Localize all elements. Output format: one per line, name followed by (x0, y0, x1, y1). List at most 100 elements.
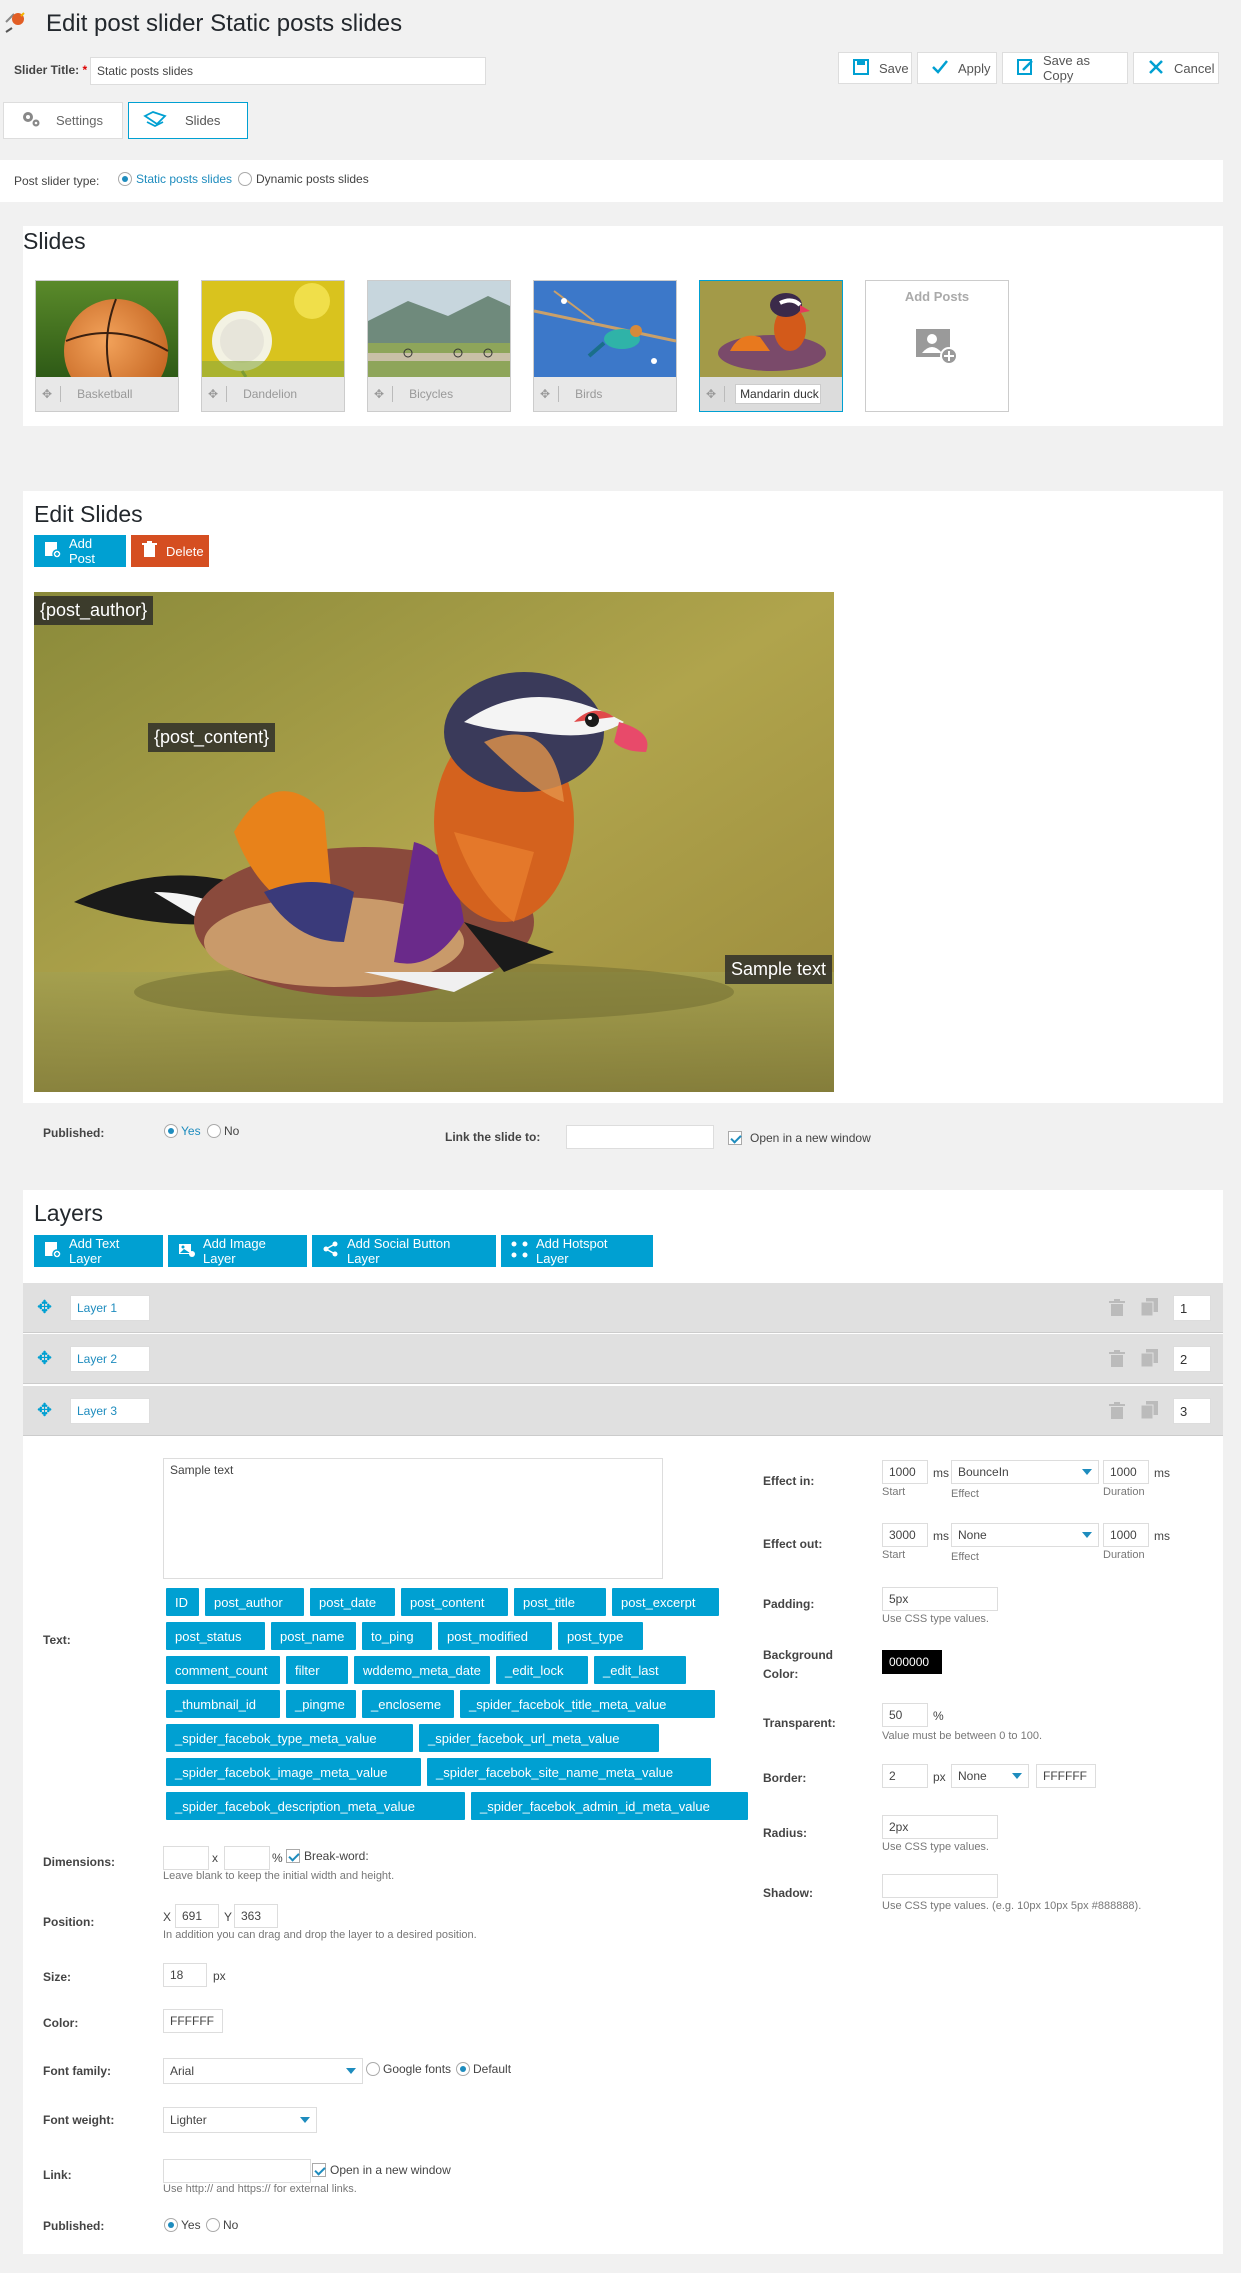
add-posts-button[interactable]: Add Posts (865, 280, 1009, 412)
trash-icon[interactable] (1109, 1402, 1125, 1423)
google-fonts-option[interactable]: Google fonts (366, 2062, 451, 2076)
save-as-copy-button[interactable]: Save as Copy (1002, 52, 1128, 84)
placeholder-tag[interactable]: post_name (271, 1622, 356, 1650)
slide-thumb-basketball[interactable]: ✥ Basketball (35, 280, 179, 412)
placeholder-tag[interactable]: post_excerpt (612, 1588, 719, 1616)
shadow-input[interactable] (882, 1874, 998, 1898)
pos-x-input[interactable]: 691 (175, 1904, 219, 1928)
width-input[interactable] (163, 1846, 209, 1870)
slide-title-mandarin-duck[interactable]: Mandarin duck (735, 384, 822, 404)
slide-link-input[interactable] (566, 1125, 714, 1149)
effect-out-start-input[interactable]: 3000 (882, 1523, 928, 1547)
slide-published-yes-radio[interactable] (164, 1124, 178, 1138)
save-button[interactable]: Save (838, 52, 912, 84)
font-family-select[interactable]: Arial (163, 2058, 363, 2084)
pos-y-input[interactable]: 363 (234, 1904, 278, 1928)
layer-order-input[interactable]: 3 (1173, 1398, 1211, 1424)
radius-input[interactable]: 2px (882, 1815, 998, 1839)
size-input[interactable]: 18 (163, 1963, 207, 1987)
tab-slides[interactable]: Slides (128, 102, 248, 139)
static-posts-radio[interactable] (118, 172, 132, 186)
border-width-input[interactable]: 2 (882, 1764, 928, 1788)
layer-row[interactable]: ✥ Layer 1 1 (23, 1283, 1223, 1333)
move-icon[interactable]: ✥ (208, 387, 218, 401)
placeholder-tag[interactable]: ID (166, 1588, 199, 1616)
padding-input[interactable]: 5px (882, 1587, 998, 1611)
slide-thumb-birds[interactable]: ✥ Birds (533, 280, 677, 412)
height-input[interactable] (224, 1846, 270, 1870)
border-color-input[interactable]: FFFFFF (1036, 1764, 1096, 1788)
trash-icon[interactable] (1109, 1350, 1125, 1371)
slide-thumb-dandelion[interactable]: ✥ Dandelion (201, 280, 345, 412)
move-icon[interactable]: ✥ (540, 387, 550, 401)
placeholder-tag[interactable]: _edit_last (594, 1656, 686, 1684)
slide-title-birds[interactable]: Birds (575, 387, 602, 401)
overlay-sample-text[interactable]: Sample text (725, 955, 833, 984)
layer-published-yes[interactable]: Yes (164, 2218, 201, 2232)
slide-preview[interactable]: {post_author} {post_content} Sample text (34, 592, 834, 1092)
link-input[interactable] (163, 2159, 311, 2183)
text-textarea[interactable]: Sample text (163, 1458, 663, 1579)
add-post-button[interactable]: Add Post (34, 535, 126, 567)
effect-in-duration-input[interactable]: 1000 (1103, 1460, 1149, 1484)
border-style-select[interactable]: None (951, 1764, 1029, 1788)
effect-in-select[interactable]: BounceIn (951, 1460, 1099, 1484)
slide-title-dandelion[interactable]: Dandelion (243, 387, 297, 401)
slide-title-basketball[interactable]: Basketball (77, 387, 132, 401)
placeholder-tag[interactable]: _encloseme (362, 1690, 454, 1718)
placeholder-tag[interactable]: post_date (310, 1588, 395, 1616)
slide-published-no-radio[interactable] (207, 1124, 221, 1138)
placeholder-tag[interactable]: filter (286, 1656, 348, 1684)
effect-out-select[interactable]: None (951, 1523, 1099, 1547)
trash-icon[interactable] (1109, 1299, 1125, 1320)
placeholder-tag[interactable]: _spider_facebok_image_meta_value (166, 1758, 421, 1786)
placeholder-tag[interactable]: _edit_lock (496, 1656, 588, 1684)
effect-out-duration-input[interactable]: 1000 (1103, 1523, 1149, 1547)
delete-button[interactable]: Delete (131, 535, 209, 567)
break-word-option[interactable]: Break-word: (286, 1849, 369, 1863)
placeholder-tag[interactable]: post_modified (438, 1622, 552, 1650)
layer-order-input[interactable]: 1 (1173, 1295, 1211, 1321)
tab-settings[interactable]: Settings (3, 102, 123, 139)
dynamic-posts-option[interactable]: Dynamic posts slides (238, 172, 369, 186)
layer-name-input[interactable]: Layer 1 (70, 1295, 150, 1321)
placeholder-tag[interactable]: _spider_facebok_type_meta_value (166, 1724, 413, 1752)
layer-order-input[interactable]: 2 (1173, 1346, 1211, 1372)
color-input[interactable]: FFFFFF (163, 2009, 223, 2033)
placeholder-tag[interactable]: _spider_facebok_title_meta_value (460, 1690, 715, 1718)
slide-title-bicycles[interactable]: Bicycles (409, 387, 453, 401)
default-font-option[interactable]: Default (456, 2062, 511, 2076)
default-font-radio[interactable] (456, 2062, 470, 2076)
placeholder-tag[interactable]: _thumbnail_id (166, 1690, 280, 1718)
cancel-button[interactable]: Cancel (1133, 52, 1219, 84)
duplicate-icon[interactable] (1140, 1298, 1159, 1319)
placeholder-tag[interactable]: _spider_facebok_site_name_meta_value (427, 1758, 711, 1786)
move-icon[interactable]: ✥ (706, 387, 716, 401)
placeholder-tag[interactable]: comment_count (166, 1656, 280, 1684)
effect-in-start-input[interactable]: 1000 (882, 1460, 928, 1484)
placeholder-tag[interactable]: wddemo_meta_date (354, 1656, 490, 1684)
placeholder-tag[interactable]: post_title (514, 1588, 606, 1616)
move-icon[interactable]: ✥ (37, 1348, 52, 1369)
move-icon[interactable]: ✥ (374, 387, 384, 401)
add-hotspot-layer-button[interactable]: Add Hotspot Layer (501, 1235, 653, 1267)
apply-button[interactable]: Apply (917, 52, 997, 84)
layer-published-no[interactable]: No (206, 2218, 238, 2232)
link-open-new-window-checkbox[interactable] (312, 2163, 326, 2177)
bg-color-input[interactable]: 000000 (882, 1650, 942, 1674)
placeholder-tag[interactable]: post_author (205, 1588, 304, 1616)
slide-open-new-window-checkbox[interactable] (728, 1131, 742, 1145)
slide-thumb-mandarin-duck[interactable]: ✥ Mandarin duck (699, 280, 843, 412)
duplicate-icon[interactable] (1140, 1349, 1159, 1370)
add-social-button-layer-button[interactable]: Add Social Button Layer (312, 1235, 496, 1267)
add-image-layer-button[interactable]: Add Image Layer (168, 1235, 307, 1267)
layer-name-input[interactable]: Layer 2 (70, 1346, 150, 1372)
slide-thumb-bicycles[interactable]: ✥ Bicycles (367, 280, 511, 412)
slider-title-input[interactable]: Static posts slides (90, 57, 486, 85)
slide-open-new-window[interactable]: Open in a new window (728, 1131, 871, 1145)
break-word-checkbox[interactable] (286, 1849, 300, 1863)
placeholder-tag[interactable]: _spider_facebok_url_meta_value (419, 1724, 659, 1752)
layer-row[interactable]: ✥ Layer 3 3 (23, 1386, 1223, 1436)
font-weight-select[interactable]: Lighter (163, 2107, 317, 2133)
layer-row[interactable]: ✥ Layer 2 2 (23, 1334, 1223, 1384)
